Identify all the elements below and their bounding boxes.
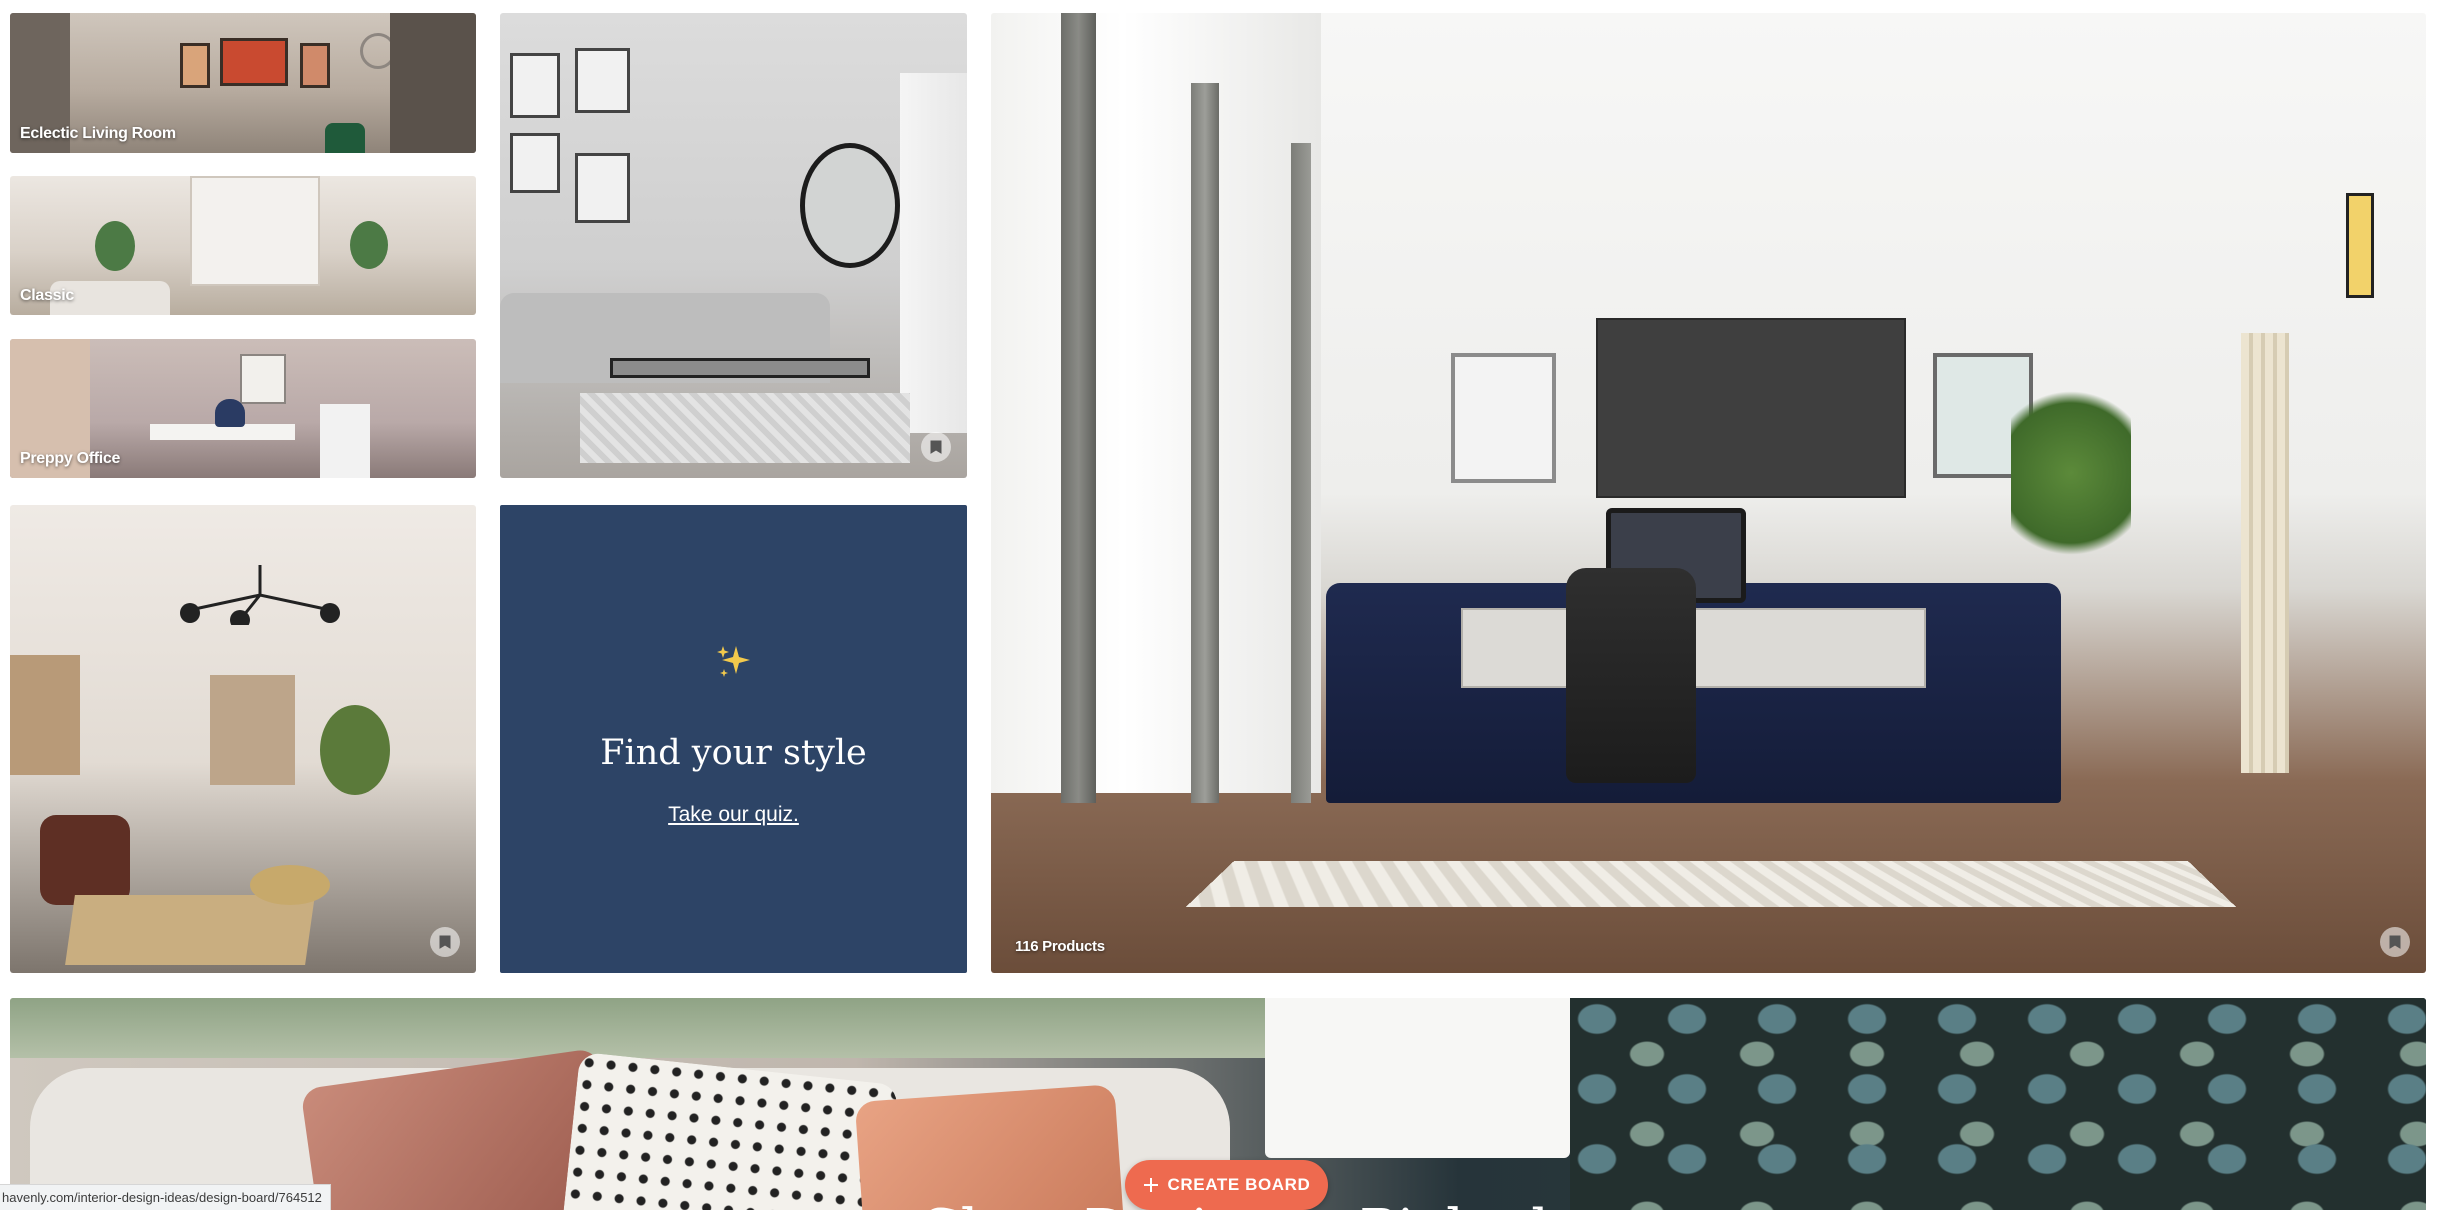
pendant-light [160, 565, 360, 630]
pouf-shape [250, 865, 330, 905]
window-shape [991, 13, 1321, 793]
bookmark-icon [2389, 935, 2401, 949]
design-tile-eclectic-living-room[interactable]: Eclectic Living Room [10, 13, 476, 153]
window-shape [10, 998, 1310, 1058]
radiator-shape [2241, 333, 2289, 773]
design-tile-classic[interactable]: Classic [10, 176, 476, 315]
tile-label: Preppy Office [20, 450, 121, 467]
armchair-shape [40, 815, 130, 905]
window-shape [190, 176, 320, 286]
cabinet-shape [320, 404, 370, 478]
art-frame [575, 48, 630, 113]
curtain-shape [900, 73, 967, 433]
rug-shape [1185, 861, 2237, 908]
curtain-shape [1191, 83, 1219, 803]
plant-shape [350, 221, 388, 269]
pillow-shape [854, 1084, 1126, 1210]
art-frame [180, 43, 210, 88]
design-tile-featured-office[interactable]: 116 Products [991, 13, 2426, 973]
curtain-shape [1291, 143, 1311, 803]
bookmark-button[interactable] [2380, 927, 2410, 957]
curtain-shape [1061, 13, 1096, 803]
tile-label: Eclectic Living Room [20, 125, 176, 142]
take-quiz-link[interactable]: Take our quiz. [668, 803, 799, 827]
door-shape [390, 13, 476, 153]
products-count-label: 116 Products [1015, 938, 1105, 955]
art-frame [510, 53, 560, 118]
create-board-label: CREATE BOARD [1167, 1175, 1311, 1194]
art-frame [2346, 193, 2374, 298]
design-tile-attic-living-room[interactable] [10, 505, 476, 973]
wall-tv [1596, 318, 1906, 498]
bookmark-icon [439, 935, 451, 949]
round-mirror [800, 143, 900, 268]
window-shape [210, 675, 295, 785]
art-frame [220, 38, 288, 86]
rug-shape [580, 393, 910, 463]
sparkles-icon [714, 642, 754, 689]
office-chair-shape [1566, 568, 1696, 783]
art-frame [575, 153, 630, 223]
banner-heading: Shop Designer-Picked [922, 1198, 1549, 1210]
bookmark-icon [930, 440, 942, 454]
plant-shape [95, 221, 135, 271]
tree-shape [320, 705, 390, 795]
art-frame [1451, 353, 1556, 483]
wallpaper-shape [1570, 998, 2426, 1210]
chair-shape [325, 123, 365, 153]
status-bar-url: havenly.com/interior-design-ideas/design… [0, 1184, 331, 1210]
art-frame [240, 354, 286, 404]
tile-label: Classic [20, 287, 74, 304]
window-shape [10, 655, 80, 775]
design-tile-grey-living-room[interactable] [500, 13, 967, 478]
style-quiz-card[interactable]: Find your style Take our quiz. [500, 505, 967, 973]
bookmark-button[interactable] [921, 432, 951, 462]
bookmark-button[interactable] [430, 927, 460, 957]
coffee-table-shape [65, 895, 315, 965]
lamp-shade-shape [1265, 998, 1570, 1158]
design-tile-preppy-office[interactable]: Preppy Office [10, 339, 476, 478]
plant-shape [2011, 373, 2131, 573]
quiz-title: Find your style [600, 732, 867, 773]
plus-icon [1143, 1178, 1158, 1192]
chair-shape [215, 399, 245, 427]
art-frame [510, 133, 560, 193]
art-frame [300, 43, 330, 88]
coffee-table-shape [610, 358, 870, 378]
